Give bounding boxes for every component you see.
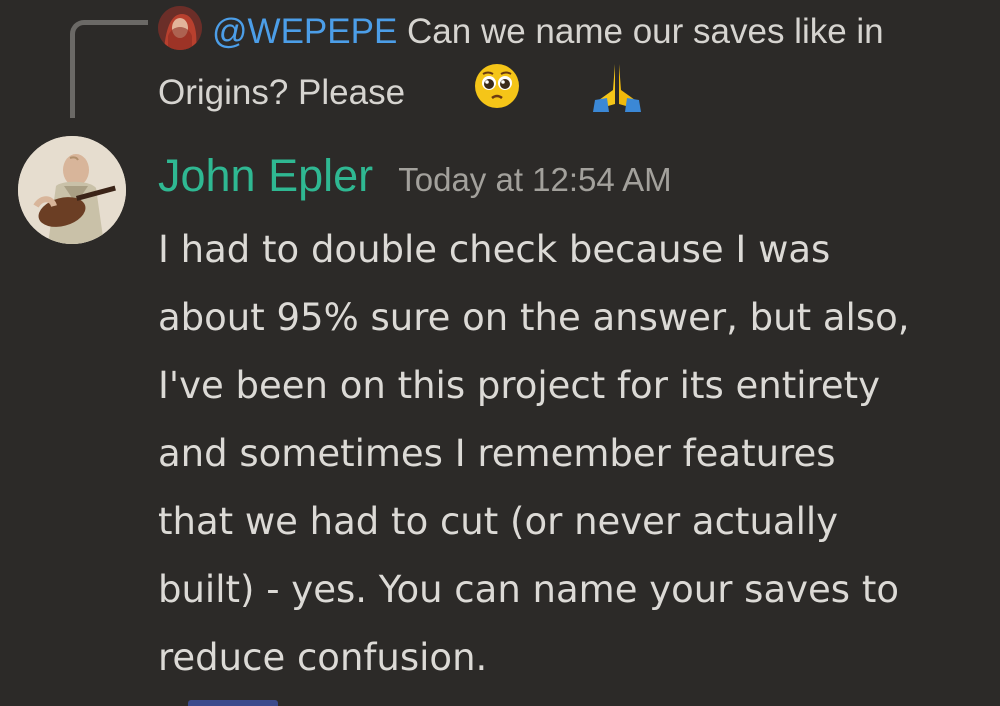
message-line: that we had to cut (or never actually bbox=[158, 500, 839, 543]
message-timestamp[interactable]: Today at 12:54 AM bbox=[398, 161, 671, 198]
author-name[interactable]: John Epler bbox=[158, 150, 373, 201]
reply-connector bbox=[70, 20, 148, 118]
message-line: and sometimes I remember features bbox=[158, 432, 836, 475]
reply-preview[interactable]: @WEPEPE Can we name our saves like in Or… bbox=[158, 4, 978, 129]
folded-hands-icon bbox=[535, 60, 645, 129]
message-line: about 95% sure on the answer, but also, bbox=[158, 296, 910, 339]
author-avatar[interactable] bbox=[18, 136, 126, 244]
message-line: I had to double check because I was bbox=[158, 228, 831, 271]
message-header: John Epler Today at 12:54 AM bbox=[158, 150, 672, 202]
message-line: built) - yes. You can name your saves to bbox=[158, 568, 899, 611]
reply-username[interactable]: @WEPEPE bbox=[212, 12, 397, 51]
pleading-face-icon bbox=[419, 62, 521, 127]
message-line: reduce confusion. bbox=[158, 636, 488, 679]
message-line: I've been on this project for its entire… bbox=[158, 364, 881, 407]
message-body: I had to double check because I was abou… bbox=[158, 216, 988, 692]
next-item-edge bbox=[188, 700, 278, 706]
